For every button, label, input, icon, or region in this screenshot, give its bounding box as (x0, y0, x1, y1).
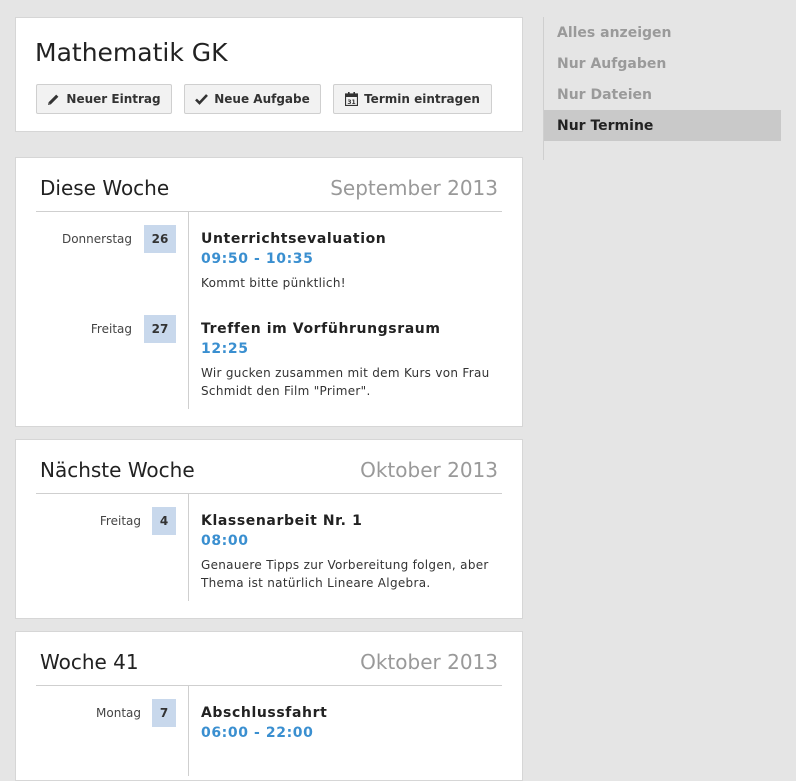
week-card: Woche 41 Oktober 2013 Montag 7 Abschluss… (15, 631, 523, 781)
course-title: Mathematik GK (35, 38, 228, 67)
week-title: Diese Woche (40, 176, 170, 200)
filter-label: Nur Termine (557, 117, 654, 134)
svg-text:31: 31 (347, 99, 355, 106)
event-date-badge: 7 (152, 699, 176, 727)
calendar-icon: 31 (345, 92, 359, 106)
week-title: Nächste Woche (40, 458, 195, 482)
week-events: Donnerstag 26 Unterrichtsevaluation 09:5… (16, 212, 522, 426)
filter-label: Nur Aufgaben (557, 55, 667, 72)
event-time: 06:00 - 22:00 (201, 725, 314, 741)
filter-files-only[interactable]: Nur Dateien (544, 79, 781, 110)
week-header: Diese Woche September 2013 (36, 158, 502, 212)
add-date-label: Termin eintragen (364, 92, 480, 106)
filter-label: Nur Dateien (557, 86, 652, 103)
filter-tasks-only[interactable]: Nur Aufgaben (544, 48, 781, 79)
event-item[interactable]: Montag 7 Abschlussfahrt 06:00 - 22:00 (16, 686, 522, 766)
week-title: Woche 41 (40, 650, 139, 674)
week-header: Nächste Woche Oktober 2013 (36, 440, 502, 494)
new-task-label: Neue Aufgabe (214, 92, 310, 106)
filter-show-all[interactable]: Alles anzeigen (544, 17, 781, 48)
event-date-badge: 26 (144, 225, 176, 253)
event-item[interactable]: Donnerstag 26 Unterrichtsevaluation 09:5… (16, 212, 522, 302)
week-month: Oktober 2013 (360, 458, 498, 482)
event-weekday: Montag (96, 706, 141, 720)
event-title: Unterrichtsevaluation (201, 231, 387, 247)
add-date-button[interactable]: 31 Termin eintragen (333, 84, 492, 114)
event-weekday: Freitag (90, 322, 132, 336)
event-time: 08:00 (201, 533, 249, 549)
event-title: Abschlussfahrt (201, 705, 328, 721)
new-task-button[interactable]: Neue Aufgabe (184, 84, 321, 114)
week-card: Nächste Woche Oktober 2013 Freitag 4 Kla… (15, 439, 523, 619)
event-time: 12:25 (201, 341, 249, 357)
event-item[interactable]: Freitag 4 Klassenarbeit Nr. 1 08:00 Gena… (16, 494, 522, 594)
week-month: Oktober 2013 (360, 650, 498, 674)
event-description: Kommt bitte pünktlich! (201, 276, 346, 290)
filter-label: Alles anzeigen (557, 24, 672, 41)
event-weekday: Donnerstag (61, 232, 132, 246)
pencil-icon (47, 93, 60, 106)
filter-dates-only[interactable]: Nur Termine (544, 110, 781, 141)
event-title: Klassenarbeit Nr. 1 (201, 513, 363, 529)
filter-sidebar: Alles anzeigen Nur Aufgaben Nur Dateien … (543, 17, 781, 160)
week-month: September 2013 (330, 176, 498, 200)
event-time: 09:50 - 10:35 (201, 251, 314, 267)
event-description: Wir gucken zusammen mit dem Kurs von Fra… (201, 366, 490, 398)
course-header-card: Mathematik GK Neuer Eintrag Neue Aufgabe… (15, 17, 523, 132)
week-card: Diese Woche September 2013 Donnerstag 26… (15, 157, 523, 427)
event-title: Treffen im Vorführungsraum (201, 321, 441, 337)
week-header: Woche 41 Oktober 2013 (36, 632, 502, 686)
event-item[interactable]: Freitag 27 Treffen im Vorführungsraum 12… (16, 302, 522, 402)
checkmark-icon (195, 93, 209, 105)
event-date-badge: 27 (144, 315, 176, 343)
week-events: Freitag 4 Klassenarbeit Nr. 1 08:00 Gena… (16, 494, 522, 618)
new-entry-label: Neuer Eintrag (66, 92, 161, 106)
week-events: Montag 7 Abschlussfahrt 06:00 - 22:00 (16, 686, 522, 780)
event-weekday: Freitag (99, 514, 141, 528)
new-entry-button[interactable]: Neuer Eintrag (36, 84, 172, 114)
event-description: Genauere Tipps zur Vorbereitung folgen, … (201, 558, 489, 590)
event-date-badge: 4 (152, 507, 176, 535)
